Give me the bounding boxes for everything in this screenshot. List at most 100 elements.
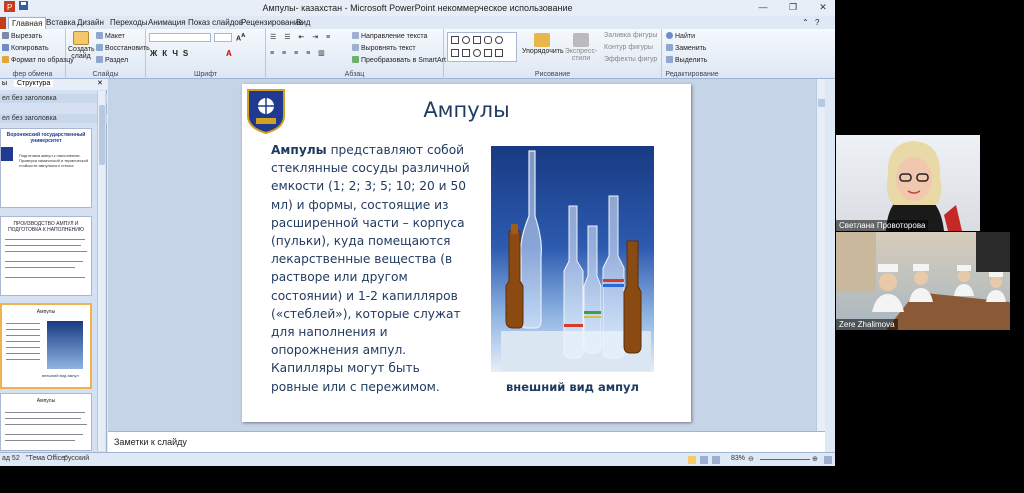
reset-label: Восстановить bbox=[105, 45, 150, 52]
minimize-icon[interactable]: — bbox=[756, 1, 770, 14]
font-color-button[interactable]: A bbox=[226, 49, 232, 58]
tab-home[interactable]: Главная bbox=[8, 17, 47, 29]
text-line bbox=[5, 277, 85, 278]
slide-thumbnail[interactable]: Воронежский государственный университет … bbox=[0, 128, 92, 208]
tab-insert[interactable]: Вставка bbox=[46, 17, 76, 29]
shape-outline-button[interactable]: Контур фигуры bbox=[604, 44, 653, 51]
slide-title[interactable]: Ампулы bbox=[242, 98, 691, 122]
align-text-icon bbox=[352, 44, 359, 51]
cut-button[interactable]: Вырезать bbox=[2, 32, 42, 40]
shape-icon[interactable] bbox=[473, 36, 481, 44]
shape-effects-label: Эффекты фигур bbox=[604, 56, 658, 63]
section-icon bbox=[96, 56, 103, 63]
language[interactable]: русский bbox=[64, 455, 89, 462]
text-line bbox=[5, 434, 83, 435]
tab-slides[interactable]: ы bbox=[2, 80, 7, 87]
tab-design[interactable]: Дизайн bbox=[77, 17, 104, 29]
shape-icon[interactable] bbox=[473, 49, 481, 57]
slide-editor: Ампулы Ампулы представляют собой стеклян… bbox=[108, 79, 825, 431]
section-header[interactable]: ел без заголовка bbox=[0, 114, 107, 123]
scroll-thumb[interactable] bbox=[818, 99, 825, 107]
font-name-field[interactable] bbox=[149, 33, 211, 42]
ampoules-photo[interactable] bbox=[491, 146, 654, 372]
panel-scrollbar[interactable] bbox=[97, 91, 105, 451]
notes-pane[interactable]: Заметки к слайду bbox=[108, 431, 825, 452]
zoom-out-icon[interactable]: ⊖ bbox=[748, 455, 754, 463]
maximize-icon[interactable]: ❐ bbox=[786, 1, 800, 14]
format-painter-button[interactable]: Формат по образцу bbox=[2, 56, 74, 64]
section-header[interactable]: ел без заголовка bbox=[0, 94, 107, 103]
slide-thumbnail[interactable]: Ампулы bbox=[0, 393, 92, 451]
slide-canvas[interactable]: Ампулы Ампулы представляют собой стеклян… bbox=[242, 84, 691, 422]
panel-tabs: ы Структура ✕ bbox=[0, 79, 107, 90]
layout-button[interactable]: Макет bbox=[96, 32, 125, 40]
shapes-gallery[interactable] bbox=[447, 32, 517, 62]
video-tile-presenter[interactable]: Светлана Провоторова bbox=[836, 135, 980, 231]
font-format-buttons[interactable]: ЖКЧS bbox=[150, 49, 193, 58]
tab-view[interactable]: Вид bbox=[296, 17, 310, 29]
reset-button[interactable]: Восстановить bbox=[96, 44, 150, 52]
copy-button[interactable]: Копировать bbox=[2, 44, 49, 52]
save-icon[interactable] bbox=[16, 1, 30, 14]
arrange-button[interactable]: Упорядочить bbox=[522, 33, 564, 55]
normal-view-icon[interactable] bbox=[688, 456, 696, 464]
grow-font-button[interactable]: AA bbox=[236, 33, 245, 42]
text-line bbox=[5, 245, 81, 246]
minimize-ribbon-icon[interactable]: ⌃ bbox=[802, 17, 809, 29]
text-direction-icon bbox=[352, 32, 359, 39]
shape-icon[interactable] bbox=[462, 36, 470, 44]
quick-styles-button[interactable]: Экспресс-стили bbox=[560, 33, 602, 62]
slide-thumbnail-selected[interactable]: Ампулы внешний вид ампул bbox=[0, 303, 92, 389]
help-icon[interactable]: ? bbox=[815, 17, 819, 29]
tab-transitions[interactable]: Переходы bbox=[110, 17, 148, 29]
list-buttons[interactable]: ☰ ☰ ⇤ ⇥ ≡ bbox=[270, 33, 333, 41]
scroll-thumb[interactable] bbox=[99, 105, 105, 165]
zoom-slider[interactable] bbox=[760, 459, 810, 460]
select-icon bbox=[666, 56, 673, 63]
font-size-field[interactable] bbox=[214, 33, 232, 42]
text-line bbox=[6, 323, 40, 324]
close-panel-icon[interactable]: ✕ bbox=[97, 79, 103, 87]
text-direction-button[interactable]: Направление текста bbox=[352, 32, 427, 40]
zoom-level[interactable]: 83% bbox=[731, 455, 745, 462]
new-slide-button[interactable]: Создать слайд bbox=[68, 31, 95, 60]
select-button[interactable]: Выделить bbox=[666, 56, 707, 64]
drawing-group-label: Рисование bbox=[534, 71, 571, 78]
tab-review[interactable]: Рецензирование bbox=[241, 17, 303, 29]
align-buttons[interactable]: ≡ ≡ ≡ ≡ ▥ bbox=[270, 49, 328, 57]
shape-fill-button[interactable]: Заливка фигуры bbox=[604, 32, 657, 39]
fit-window-icon[interactable] bbox=[824, 456, 832, 464]
smartart-button[interactable]: Преобразовать в SmartArt bbox=[352, 56, 446, 64]
select-label: Выделить bbox=[675, 57, 708, 64]
text-line bbox=[6, 341, 40, 342]
sorter-view-icon[interactable] bbox=[700, 456, 708, 464]
tab-animation[interactable]: Анимация bbox=[148, 17, 186, 29]
shape-icon[interactable] bbox=[462, 49, 470, 57]
reading-view-icon[interactable] bbox=[712, 456, 720, 464]
file-tab[interactable] bbox=[0, 17, 6, 29]
editor-scrollbar[interactable] bbox=[816, 79, 825, 431]
close-icon[interactable]: ✕ bbox=[816, 1, 830, 14]
shape-icon[interactable] bbox=[451, 49, 459, 57]
shape-icon[interactable] bbox=[495, 36, 503, 44]
align-text-button[interactable]: Выровнять текст bbox=[352, 44, 416, 52]
tab-slideshow[interactable]: Показ слайдов bbox=[188, 17, 243, 29]
zoom-in-icon[interactable]: ⊕ bbox=[812, 455, 818, 463]
shape-effects-button[interactable]: Эффекты фигур bbox=[604, 56, 657, 63]
replace-button[interactable]: Заменить bbox=[666, 44, 706, 52]
section-button[interactable]: Раздел bbox=[96, 56, 128, 64]
shape-icon[interactable] bbox=[484, 36, 492, 44]
app-icon[interactable]: P bbox=[2, 1, 16, 14]
video-tile-classroom[interactable]: Zere Zhalimova bbox=[836, 232, 1010, 330]
shape-icon[interactable] bbox=[451, 36, 459, 44]
shape-icon[interactable] bbox=[495, 49, 503, 57]
slide-thumbnail[interactable]: ПРОИЗВОДСТВО АМПУЛ И ПОДГОТОВКА К НАПОЛН… bbox=[0, 216, 92, 296]
paragraph-group: ☰ ☰ ⇤ ⇥ ≡ ≡ ≡ ≡ ≡ ▥ Направление текста В… bbox=[266, 29, 446, 79]
cut-label: Вырезать bbox=[11, 33, 43, 40]
theme-name[interactable]: "Тема Office" bbox=[26, 455, 68, 462]
slide-body-text[interactable]: Ампулы представляют собой стеклянные сос… bbox=[271, 141, 471, 396]
shape-icon[interactable] bbox=[484, 49, 492, 57]
find-button[interactable]: Найти bbox=[666, 32, 695, 40]
photo-caption[interactable]: внешний вид ампул bbox=[491, 380, 654, 394]
tab-outline[interactable]: Структура bbox=[14, 80, 54, 87]
